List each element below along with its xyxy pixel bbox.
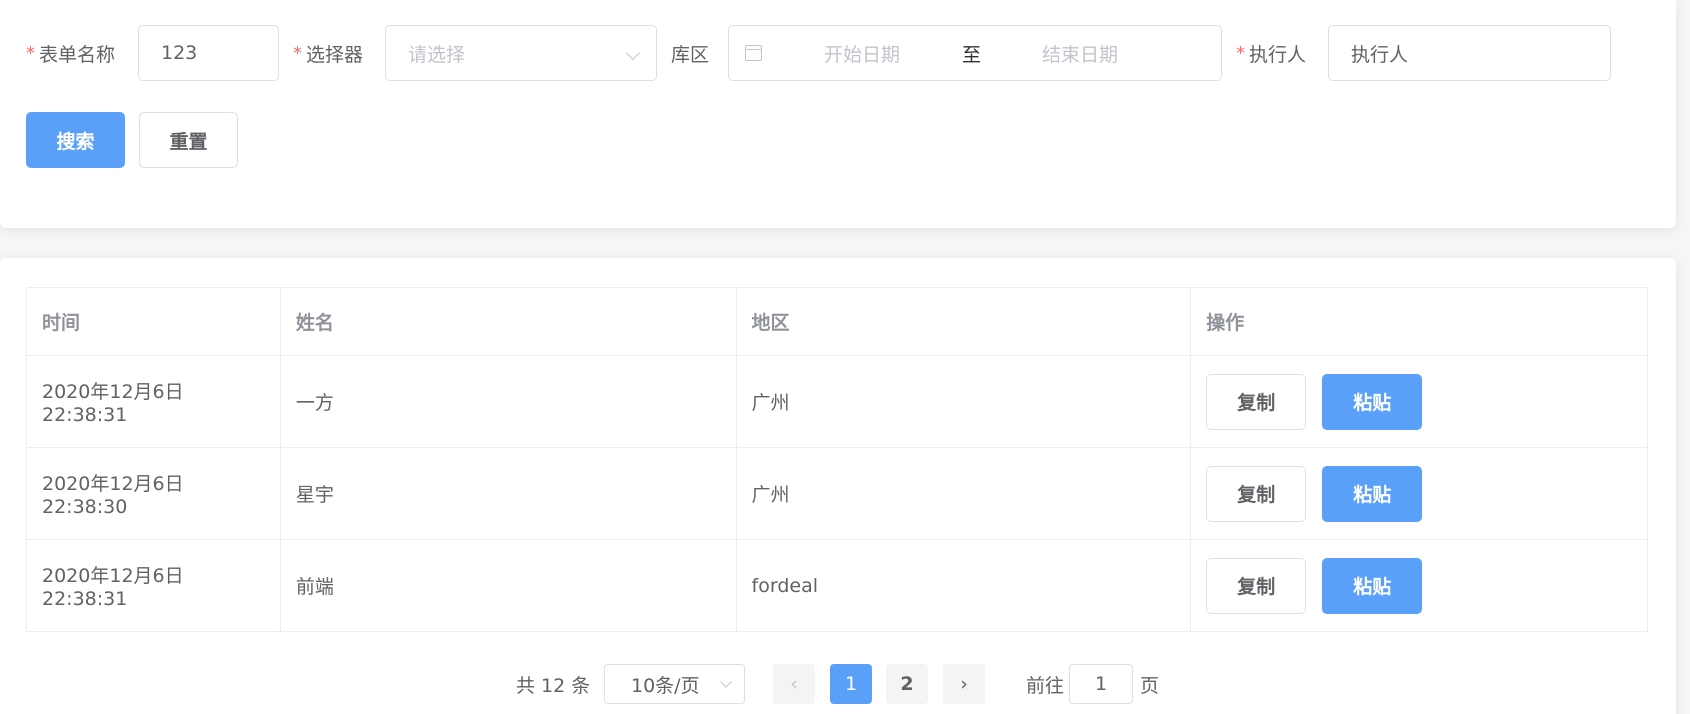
prev-page-button[interactable]: ‹	[773, 664, 815, 704]
table-row: 2020年12月6日22:38:31 一方 广州 复制 粘贴	[26, 355, 1648, 448]
header-time: 时间	[26, 287, 281, 356]
data-table: 时间 姓名 地区 操作 2020年12月6日22:38:31 一方 广州 复制 …	[26, 287, 1648, 632]
executor-input[interactable]: 执行人	[1328, 25, 1611, 81]
start-date-input[interactable]: 开始日期	[824, 40, 900, 67]
cell-name: 星宇	[279, 447, 737, 540]
area-label: 库区	[671, 43, 710, 66]
selector-select[interactable]: 请选择	[385, 25, 657, 81]
calendar-icon	[745, 45, 762, 61]
header-region: 地区	[735, 287, 1192, 356]
search-panel: * 表单名称 123 * 选择器 请选择 库区 开始日期 至 结束日期 * 执行…	[0, 0, 1676, 228]
paste-button[interactable]: 粘贴	[1322, 373, 1423, 430]
next-page-button[interactable]: ›	[943, 664, 985, 704]
cell-time: 2020年12月6日22:38:31	[26, 355, 281, 448]
reset-button[interactable]: 重置	[139, 112, 238, 168]
copy-button[interactable]: 复制	[1206, 465, 1307, 522]
form-name-input[interactable]: 123	[138, 25, 279, 81]
cell-actions: 复制 粘贴	[1190, 447, 1648, 540]
selector-placeholder: 请选择	[408, 43, 466, 66]
goto-page-input[interactable]: 1	[1069, 664, 1133, 704]
form-name-label: * 表单名称	[26, 42, 116, 66]
page-size-value: 10条/页	[631, 674, 700, 697]
chevron-down-icon	[625, 45, 641, 61]
table-row: 2020年12月6日22:38:30 星宇 广州 复制 粘贴	[26, 447, 1648, 540]
chevron-down-icon	[720, 676, 732, 688]
copy-button[interactable]: 复制	[1206, 557, 1307, 614]
table-header-row: 时间 姓名 地区 操作	[26, 287, 1648, 356]
paste-button[interactable]: 粘贴	[1322, 465, 1423, 522]
cell-region: fordeal	[735, 539, 1192, 632]
copy-button[interactable]: 复制	[1206, 373, 1307, 430]
cell-time: 2020年12月6日22:38:30	[26, 447, 281, 540]
table-row: 2020年12月6日22:38:31 前端 fordeal 复制 粘贴	[26, 539, 1648, 632]
page-1-button[interactable]: 1	[830, 664, 872, 704]
page-2-button[interactable]: 2	[886, 664, 928, 704]
form-name-value: 123	[161, 42, 198, 64]
cell-actions: 复制 粘贴	[1190, 355, 1648, 448]
required-mark: *	[293, 42, 302, 64]
header-name: 姓名	[279, 287, 737, 356]
pagination-total: 共 12 条	[516, 674, 591, 697]
page-size-select[interactable]: 10条/页	[604, 664, 745, 704]
cell-region: 广州	[735, 447, 1192, 540]
cell-time: 2020年12月6日22:38:31	[26, 539, 281, 632]
chevron-right-icon: ›	[960, 673, 968, 695]
date-range-picker[interactable]: 开始日期 至 结束日期	[728, 25, 1222, 81]
goto-suffix: 页	[1140, 674, 1160, 697]
range-separator: 至	[962, 43, 982, 66]
required-mark: *	[1236, 42, 1245, 64]
executor-label: * 执行人	[1236, 42, 1307, 66]
goto-prefix: 前往	[1026, 674, 1065, 697]
chevron-left-icon: ‹	[790, 673, 798, 695]
table-panel: 时间 姓名 地区 操作 2020年12月6日22:38:31 一方 广州 复制 …	[0, 258, 1676, 714]
executor-value: 执行人	[1351, 43, 1409, 66]
cell-name: 前端	[279, 539, 737, 632]
required-mark: *	[26, 42, 35, 64]
header-actions: 操作	[1190, 287, 1648, 356]
cell-actions: 复制 粘贴	[1190, 539, 1648, 632]
end-date-input[interactable]: 结束日期	[1042, 40, 1118, 67]
selector-label: * 选择器	[293, 42, 364, 66]
search-button[interactable]: 搜索	[26, 112, 125, 168]
paste-button[interactable]: 粘贴	[1322, 557, 1423, 614]
cell-name: 一方	[279, 355, 737, 448]
cell-region: 广州	[735, 355, 1192, 448]
